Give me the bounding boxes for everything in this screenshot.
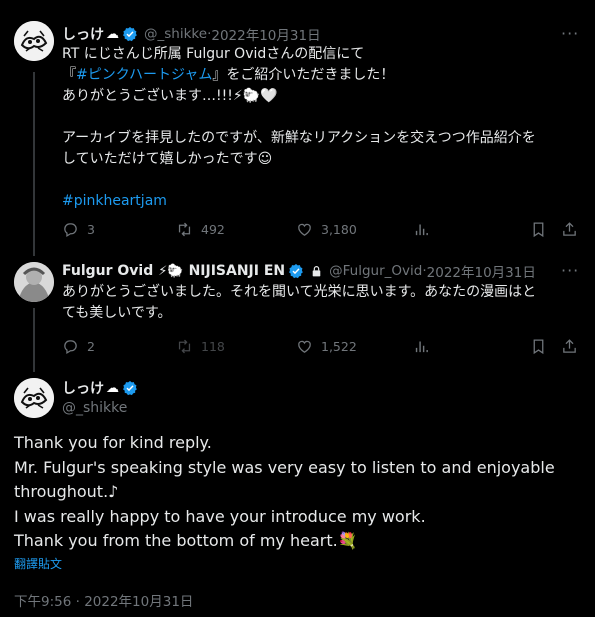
handle[interactable]: @_shikke <box>62 400 127 416</box>
verified-icon <box>123 381 137 396</box>
share-icon <box>563 338 576 353</box>
like-icon <box>298 340 311 353</box>
hashtag-link[interactable]: #pinkheartjam <box>62 191 582 212</box>
tweet-text: RT にじさんじ所属 Fulgur Ovidさんの配信にて 『#ピンクハートジャ… <box>62 44 582 212</box>
verified-icon <box>289 264 303 279</box>
action-bar: 3 492 3,180 <box>62 219 582 239</box>
bracket-open: 『 <box>62 67 76 83</box>
name-emoji: ⚡🐑 <box>158 263 184 279</box>
retweet-icon <box>178 222 191 236</box>
handle[interactable]: @Fulgur_Ovid <box>329 263 422 279</box>
tweet-line-tail: 』をご紹介いただきました！ <box>212 67 395 83</box>
like-button[interactable]: 1,522 <box>296 336 357 356</box>
display-name[interactable]: しっけ <box>62 378 104 398</box>
share-button[interactable] <box>561 219 578 239</box>
tweet-line: アーカイブを拝見したのですが、新鮮なリアクションを交えつつ作品紹介を <box>62 130 536 146</box>
avatar[interactable] <box>14 21 54 61</box>
retweet-button[interactable]: 492 <box>176 219 225 239</box>
translate-link[interactable]: 翻譯貼文 <box>14 555 62 572</box>
verified-icon <box>123 27 137 42</box>
views-button[interactable] <box>413 219 430 239</box>
like-count: 3,180 <box>321 221 357 237</box>
tweet-line: Mr. Fulgur's speaking style was very eas… <box>14 457 555 477</box>
avatar-image <box>14 262 54 302</box>
thread-line <box>33 72 35 256</box>
tweet-line: ありがとうございます…!!!⚡🐑🤍 <box>62 88 278 104</box>
more-icon[interactable]: ··· <box>561 25 579 43</box>
avatar-image <box>14 378 54 418</box>
tweet-timestamp[interactable]: 下午9:56 · 2022年10月31日 <box>14 590 193 610</box>
reply-icon <box>64 222 77 237</box>
like-button[interactable]: 3,180 <box>296 219 357 239</box>
tweet-line: 『#ピンクハートジャム』をご紹介いただきました！ <box>62 65 582 86</box>
retweet-count: 118 <box>201 338 225 354</box>
tweet-line: ても美しいです。 <box>62 305 172 321</box>
reply-count: 3 <box>87 221 95 237</box>
tweet-header: Fulgur Ovid ⚡🐑 NIJISANJI EN @Fulgur_Ovid… <box>62 261 536 281</box>
display-name[interactable]: しっけ <box>62 24 104 44</box>
thread-line <box>33 308 35 372</box>
name-emoji: ☁ <box>106 26 119 42</box>
tweet-header: しっけ ☁ @_shikke · 2022年10月31日 <box>62 24 321 44</box>
more-icon[interactable]: ··· <box>561 262 579 280</box>
avatar[interactable] <box>14 262 54 302</box>
reply-count: 2 <box>87 338 95 354</box>
tweet-text: ありがとうございました。それを聞いて光栄に思います。あなたの漫画はと ても美しい… <box>62 282 582 324</box>
action-bar: 2 118 1,522 <box>62 336 582 356</box>
bookmark-button[interactable] <box>530 336 547 356</box>
retweet-button[interactable]: 118 <box>176 336 225 356</box>
hashtag-link[interactable]: #ピンクハートジャム <box>76 67 212 83</box>
tweet-date[interactable]: 2022年10月31日 <box>427 261 536 281</box>
like-icon <box>298 223 311 236</box>
tweet-line: Thank you for kind reply. <box>14 433 212 452</box>
bookmark-icon <box>533 221 544 237</box>
tweet-line: I was really happy to have your introduc… <box>14 506 426 526</box>
handle[interactable]: @_shikke <box>144 26 207 42</box>
views-button[interactable] <box>413 336 430 356</box>
tweet-line: ありがとうございました。それを聞いて光栄に思います。あなたの漫画はと <box>62 284 537 300</box>
avatar[interactable] <box>14 378 54 418</box>
tweet-line: していただけて嬉しかったです☺ <box>62 151 273 167</box>
share-icon <box>563 221 576 236</box>
reply-button[interactable]: 2 <box>62 336 95 356</box>
reply-icon <box>64 339 77 354</box>
bookmark-button[interactable] <box>530 219 547 239</box>
display-name[interactable]: Fulgur Ovid <box>62 263 153 279</box>
like-count: 1,522 <box>321 338 357 354</box>
tweet-line: throughout.♪ <box>14 482 119 501</box>
retweet-icon <box>178 339 191 353</box>
avatar-image <box>14 21 54 61</box>
share-button[interactable] <box>561 336 578 356</box>
org-name[interactable]: NIJISANJI EN <box>189 263 286 279</box>
views-icon <box>415 224 428 235</box>
tweet-line: Thank you from the bottom of my heart.💐 <box>14 531 358 550</box>
reply-button[interactable]: 3 <box>62 219 95 239</box>
views-icon <box>415 341 428 352</box>
lock-icon <box>312 265 321 276</box>
tweet-line: RT にじさんじ所属 Fulgur Ovidさんの配信にて <box>62 46 365 62</box>
focused-tweet-text: Thank you for kind reply. Mr. Fulgur's s… <box>14 431 584 554</box>
focused-tweet-author: しっけ ☁ <box>62 378 138 398</box>
tweet-date[interactable]: 2022年10月31日 <box>211 24 320 44</box>
retweet-count: 492 <box>201 221 225 237</box>
name-emoji: ☁ <box>106 380 119 396</box>
bookmark-icon <box>533 338 544 354</box>
